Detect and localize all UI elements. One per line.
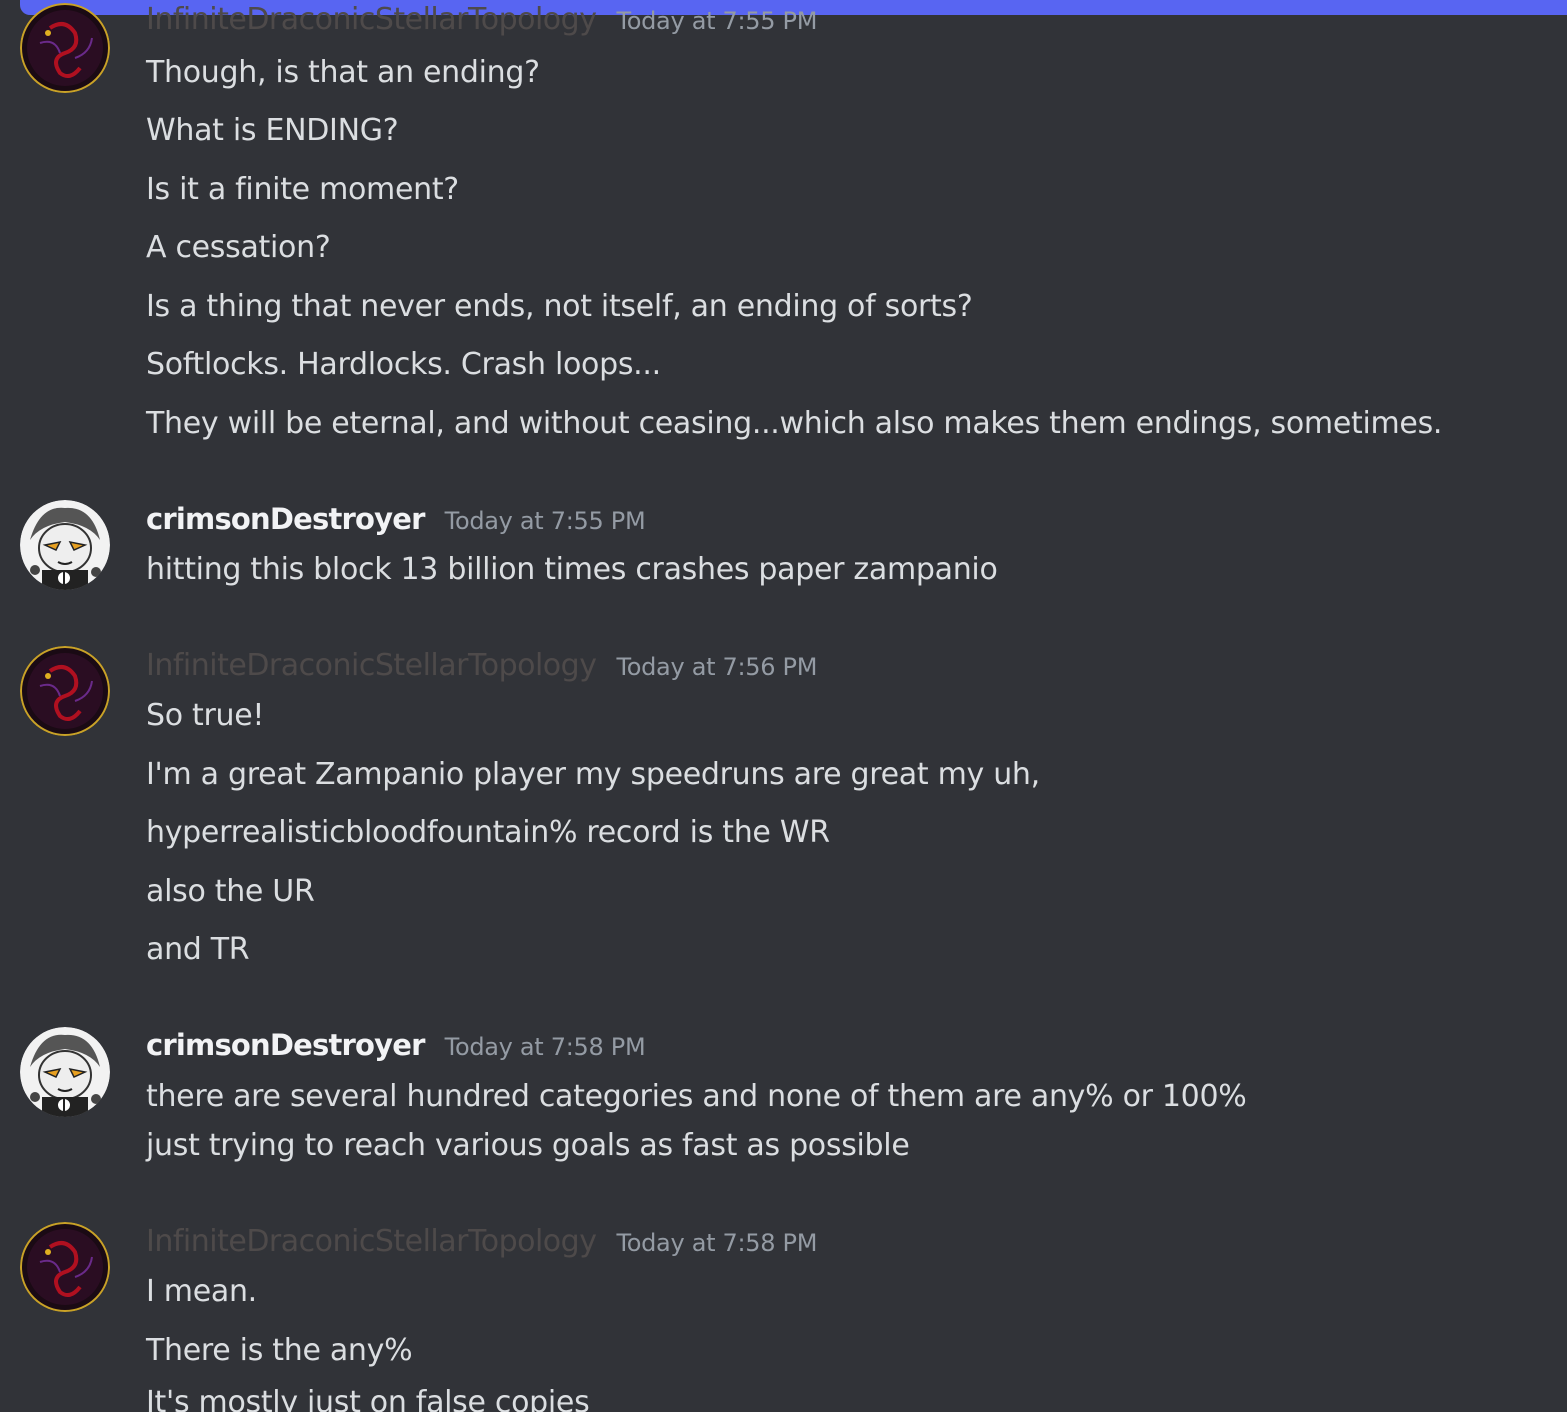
message-line: I mean. — [146, 1274, 257, 1309]
message-line: Is it a finite moment? — [146, 172, 459, 207]
timestamp[interactable]: Today at 7:55 PM — [445, 507, 646, 535]
username[interactable]: crimsonDestroyer — [146, 1028, 425, 1062]
username[interactable]: InfiniteDraconicStellarTopology — [146, 1224, 597, 1259]
message-line: and TR — [146, 932, 250, 967]
message-line: also the UR — [146, 874, 315, 909]
message-line: hitting this block 13 billion times cras… — [146, 552, 998, 587]
message-line: There is the any% — [146, 1333, 413, 1368]
message-line: What is ENDING? — [146, 113, 399, 148]
message-line: I'm a great Zampanio player my speedruns… — [146, 757, 1040, 792]
troll-avatar-icon[interactable] — [20, 1027, 110, 1117]
dragon-avatar-icon[interactable] — [20, 3, 110, 93]
username[interactable]: InfiniteDraconicStellarTopology — [146, 2, 597, 37]
message-line: It's mostly just on false copies — [146, 1385, 590, 1412]
dragon-avatar-icon[interactable] — [20, 1222, 110, 1312]
username[interactable]: crimsonDestroyer — [146, 502, 425, 536]
message-header: crimsonDestroyer Today at 7:58 PM — [146, 1028, 646, 1062]
message-header: InfiniteDraconicStellarTopology Today at… — [146, 648, 817, 683]
message-header: InfiniteDraconicStellarTopology Today at… — [146, 1224, 817, 1259]
dragon-avatar-icon[interactable] — [20, 646, 110, 736]
timestamp[interactable]: Today at 7:56 PM — [616, 653, 817, 681]
timestamp[interactable]: Today at 7:55 PM — [616, 7, 817, 35]
timestamp[interactable]: Today at 7:58 PM — [445, 1033, 646, 1061]
message-line: They will be eternal, and without ceasin… — [146, 406, 1443, 441]
message-line: there are several hundred categories and… — [146, 1079, 1247, 1114]
troll-avatar-icon[interactable] — [20, 500, 110, 590]
username[interactable]: InfiniteDraconicStellarTopology — [146, 648, 597, 683]
message-line: Though, is that an ending? — [146, 55, 540, 90]
message-line: just trying to reach various goals as fa… — [146, 1128, 910, 1163]
message-header: InfiniteDraconicStellarTopology Today at… — [146, 2, 817, 37]
message-header: crimsonDestroyer Today at 7:55 PM — [146, 502, 646, 536]
message-line: A cessation? — [146, 230, 331, 265]
timestamp[interactable]: Today at 7:58 PM — [616, 1229, 817, 1257]
message-line: Is a thing that never ends, not itself, … — [146, 289, 973, 324]
message-line: Softlocks. Hardlocks. Crash loops... — [146, 347, 661, 382]
message-line: So true! — [146, 698, 265, 733]
message-line: hyperrealisticbloodfountain% record is t… — [146, 815, 830, 850]
